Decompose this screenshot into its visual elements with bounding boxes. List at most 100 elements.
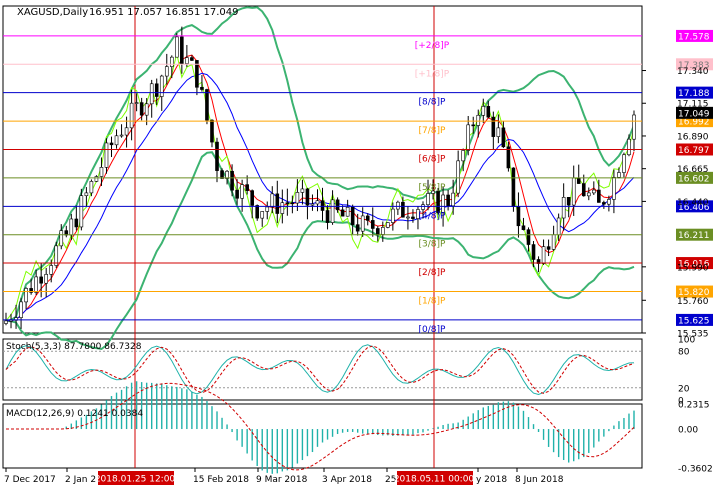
candle-body <box>185 57 189 64</box>
candle-body <box>456 160 460 194</box>
candle-body <box>617 172 621 178</box>
candle-body <box>149 83 154 105</box>
candle-body <box>39 276 43 284</box>
price-tick-label: 16.665 <box>677 165 709 175</box>
candle-body <box>310 203 315 206</box>
candle-body <box>210 119 214 143</box>
candle-body <box>144 103 149 116</box>
candle-body <box>315 200 320 205</box>
slow-moving-average <box>5 72 635 322</box>
candle-body <box>340 209 345 217</box>
candle-body <box>180 36 184 64</box>
candle-body <box>521 225 526 230</box>
candle-body <box>44 274 48 284</box>
candle-body <box>159 75 164 97</box>
chart-canvas: [+2/8]P17.578[+1/8]P17.383[8/8]P17.188[7… <box>2 5 713 485</box>
candle-body <box>285 202 290 205</box>
main-chart-title: XAGUSD,Daily <box>17 7 88 18</box>
chikou-line <box>5 53 635 322</box>
candle-body <box>280 202 285 214</box>
candle-body <box>300 188 305 193</box>
candle-body <box>566 197 571 206</box>
date-axis-label: 8 Jun 2018 <box>515 475 564 485</box>
candle-body <box>19 301 23 318</box>
macd-title: MACD(12,26,9) 0.1241 0.0384 <box>6 409 143 419</box>
candle-body <box>230 170 234 191</box>
candle-body <box>205 89 209 121</box>
candle-body <box>360 215 365 232</box>
candle-body <box>270 193 275 208</box>
date-axis-label: 15 Feb 2018 <box>193 475 249 485</box>
candle-body <box>471 124 476 127</box>
stoch-main-line <box>5 344 635 396</box>
candle-body <box>265 206 270 212</box>
murrey-price-label: 15.625 <box>678 316 710 326</box>
candle-body <box>9 320 13 322</box>
marked-date-label: 2018.01.25 12:00 <box>95 475 176 485</box>
candle-body <box>576 177 581 184</box>
candle-body <box>154 83 159 97</box>
candle-body <box>461 150 465 162</box>
candle-body <box>597 189 601 203</box>
candle-body <box>386 222 390 228</box>
candle-body <box>561 197 566 219</box>
candle-body <box>109 142 114 146</box>
candle-body <box>476 114 481 126</box>
candle-body <box>602 202 606 205</box>
candle-body <box>104 142 109 168</box>
macd-tick-label: -0.3602 <box>678 465 713 475</box>
price-tick-label: 15.535 <box>677 330 709 340</box>
candle-body <box>169 56 174 67</box>
candle-body <box>325 210 330 223</box>
candle-body <box>370 220 375 229</box>
candle-body <box>481 106 486 116</box>
candle-body <box>49 265 54 275</box>
price-tick-label: 16.890 <box>677 132 709 142</box>
price-tick-label: 17.340 <box>677 67 709 77</box>
candle-body <box>74 218 79 228</box>
candle-body <box>330 199 335 223</box>
candle-body <box>396 201 400 210</box>
candle-body <box>24 288 28 303</box>
murrey-level-label: [3/8]P <box>419 240 447 250</box>
candle-body <box>592 189 596 194</box>
candle-body <box>235 189 239 199</box>
murrey-level-label: [2/8]P <box>419 268 447 278</box>
candle-body <box>551 234 556 250</box>
candle-body <box>260 211 265 219</box>
murrey-price-label: 16.602 <box>678 174 710 184</box>
candle-body <box>406 216 410 219</box>
macd-tick-label: 0.2315 <box>678 401 710 411</box>
candle-body <box>627 138 631 156</box>
candle-body <box>571 177 576 206</box>
candle-body <box>441 194 445 213</box>
candle-body <box>581 183 586 197</box>
murrey-price-label: 17.578 <box>678 32 710 42</box>
candle-body <box>255 205 259 219</box>
candle-body <box>491 116 496 137</box>
marked-date-label: 2018.05.11 00:00 <box>394 475 475 485</box>
candle-body <box>391 208 395 223</box>
candle-body <box>496 127 501 137</box>
candle-body <box>94 176 99 182</box>
candle-body <box>275 193 280 214</box>
candle-body <box>164 66 169 77</box>
candle-body <box>486 106 491 118</box>
candle-body <box>335 199 340 211</box>
candle-body <box>365 215 370 221</box>
candle-body <box>556 217 561 236</box>
current-price-label: 17.049 <box>678 109 710 119</box>
price-tick-label: 17.115 <box>677 100 709 110</box>
date-axis-label: y 2018 <box>476 475 507 485</box>
candle-body <box>124 127 129 136</box>
candle-body <box>451 192 455 207</box>
murrey-price-label: 17.188 <box>678 89 710 99</box>
murrey-level-label: [+2/8]P <box>415 41 450 51</box>
candle-body <box>34 276 38 293</box>
murrey-level-label: [+1/8]P <box>415 69 450 79</box>
murrey-level-label: [8/8]P <box>419 98 447 108</box>
candle-body <box>129 102 134 129</box>
trading-chart: [+2/8]P 17.578 [+1/8]P 17.383 [8/8]P 17.188 [7… <box>0 0 713 491</box>
candle-body <box>250 190 254 206</box>
candle-body <box>426 193 430 205</box>
